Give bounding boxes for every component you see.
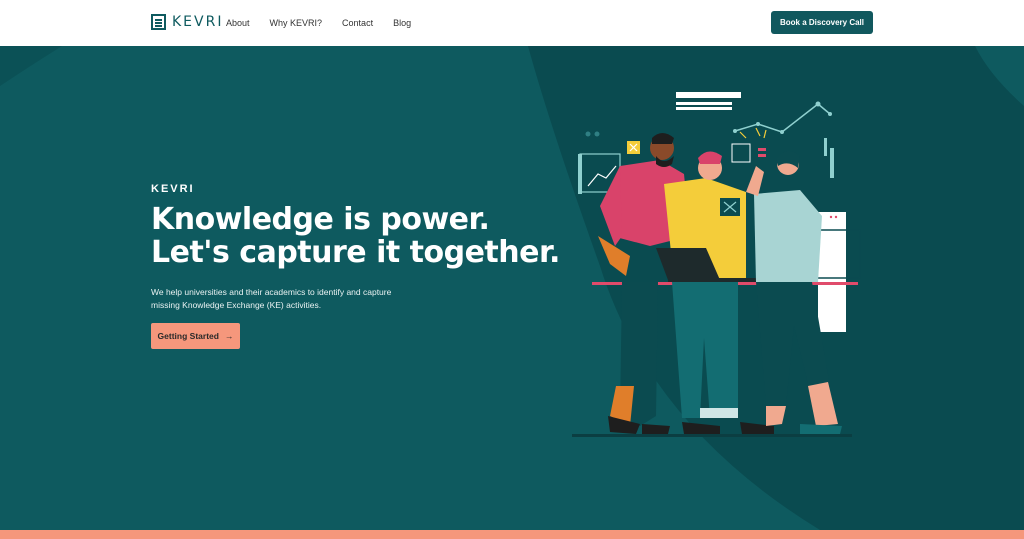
nav-link-why-kevri[interactable]: Why KEVRI? (270, 18, 323, 28)
bottom-accent-strip (0, 530, 1024, 539)
illus-line-chart (734, 103, 831, 133)
hero-title-line1: Knowledge is power. (151, 202, 490, 237)
illus-bar (676, 92, 741, 98)
hero-description: We help universities and their academics… (151, 287, 392, 310)
logo[interactable]: KEVRI (151, 14, 223, 30)
illus-bar (676, 107, 732, 110)
hero-eyebrow: KEVRI (151, 183, 195, 195)
nav-link-contact[interactable]: Contact (342, 18, 373, 28)
top-navbar: KEVRI About Why KEVRI? Contact Blog Book… (0, 0, 1024, 46)
getting-started-label: Getting Started (157, 331, 219, 341)
getting-started-button[interactable]: Getting Started → (151, 323, 240, 349)
arrow-right-icon: → (224, 331, 234, 341)
hero-title: Knowledge is power. Let's capture it tog… (151, 203, 560, 269)
nav-links: About Why KEVRI? Contact Blog (226, 18, 411, 28)
logo-icon (151, 14, 166, 30)
logo-text: KEVRI (172, 14, 224, 30)
book-discovery-call-button[interactable]: Book a Discovery Call (771, 11, 873, 34)
team-illustration (572, 92, 861, 437)
hero-title-line2: Let's capture it together. (151, 235, 560, 270)
nav-link-blog[interactable]: Blog (393, 18, 411, 28)
illus-bar (676, 102, 732, 105)
nav-link-about[interactable]: About (226, 18, 250, 28)
hero-section: KEVRI Knowledge is power. Let's capture … (0, 46, 1024, 530)
